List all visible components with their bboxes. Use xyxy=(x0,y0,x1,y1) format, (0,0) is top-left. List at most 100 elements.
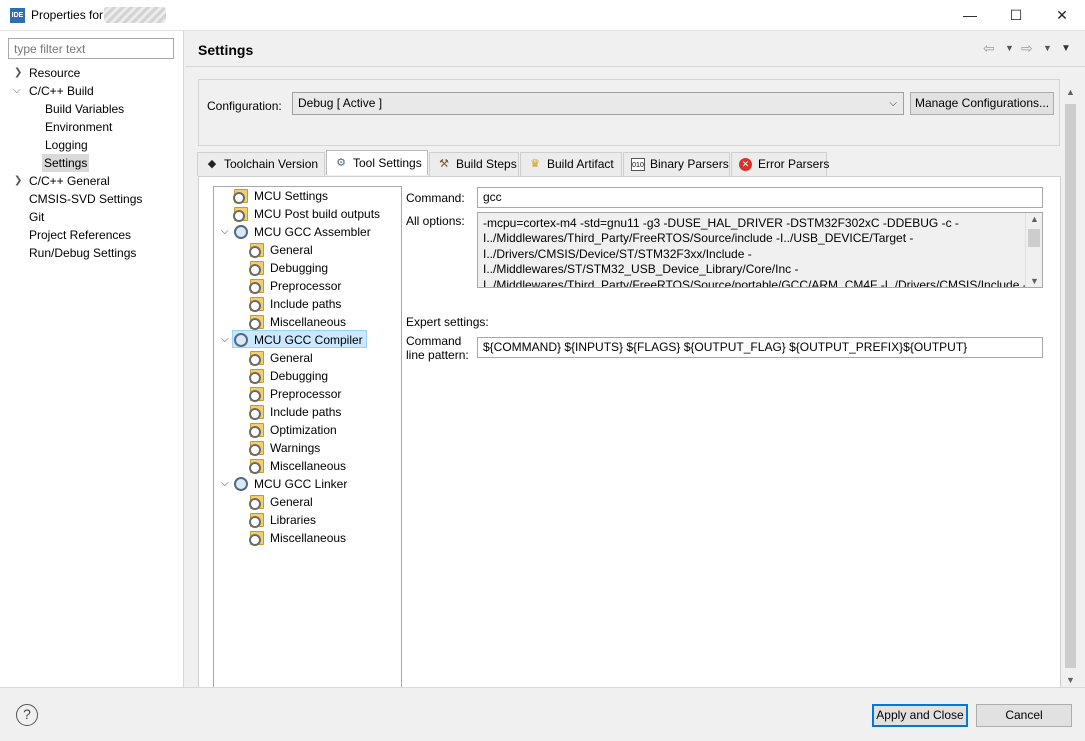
folder-icon xyxy=(249,315,264,330)
tree-item-cc-warnings[interactable]: Warnings xyxy=(249,439,320,457)
folder-icon xyxy=(249,369,264,384)
scroll-thumb[interactable] xyxy=(1028,229,1040,247)
minimize-button[interactable]: — xyxy=(947,0,993,31)
filter-input[interactable] xyxy=(8,38,174,59)
title-bar: IDE Properties for — ☐ ✕ xyxy=(0,0,1085,31)
tab-build-artifact[interactable]: ♛ Build Artifact xyxy=(520,152,622,176)
view-menu-icon[interactable]: ▼ xyxy=(1061,43,1071,54)
chevron-down-icon[interactable]: ⌵ xyxy=(13,82,21,100)
command-label: Command: xyxy=(406,191,465,205)
tab-label: Build Artifact xyxy=(547,157,614,171)
sidebar: ❯ Resource ⌵ C/C++ Build Build Variables… xyxy=(0,31,184,687)
tree-item-cc-miscellaneous[interactable]: Miscellaneous xyxy=(249,457,346,475)
tree-item-mcu-settings[interactable]: MCU Settings xyxy=(233,187,328,205)
tool-settings-panel: MCU Settings MCU Post build outputs ⌵ MC… xyxy=(198,176,1061,689)
tree-item-gcc-assembler[interactable]: MCU GCC Assembler xyxy=(234,223,371,241)
sidebar-item-logging[interactable]: Logging xyxy=(45,136,88,154)
scroll-up-icon[interactable]: ▲ xyxy=(1026,214,1042,224)
tree-item-asm-general[interactable]: General xyxy=(249,241,313,259)
page-title: Settings xyxy=(198,42,254,58)
tree-item-ld-miscellaneous[interactable]: Miscellaneous xyxy=(249,529,346,547)
folder-icon xyxy=(249,261,264,276)
manage-configurations-button[interactable]: Manage Configurations... xyxy=(910,92,1054,115)
folder-icon xyxy=(249,459,264,474)
tree-item-asm-include-paths[interactable]: Include paths xyxy=(249,295,341,313)
sidebar-item-settings[interactable]: Settings xyxy=(42,154,90,172)
sidebar-item-build-variables[interactable]: Build Variables xyxy=(45,100,124,118)
sidebar-item-cmsis-svd[interactable]: CMSIS-SVD Settings xyxy=(29,190,142,208)
tree-item-cc-optimization[interactable]: Optimization xyxy=(249,421,337,439)
help-icon[interactable]: ? xyxy=(16,704,38,726)
folder-icon xyxy=(249,531,264,546)
tree-item-cc-preprocessor[interactable]: Preprocessor xyxy=(249,385,341,403)
sidebar-item-git[interactable]: Git xyxy=(29,208,44,226)
tree-item-ld-libraries[interactable]: Libraries xyxy=(249,511,316,529)
chevron-down-icon[interactable]: ⌵ xyxy=(221,223,229,241)
scroll-down-icon[interactable]: ▼ xyxy=(1026,276,1042,286)
folder-icon xyxy=(249,279,264,294)
apply-and-close-button[interactable]: Apply and Close xyxy=(872,704,968,727)
scroll-thumb[interactable] xyxy=(1065,104,1076,668)
sidebar-item-resource[interactable]: Resource xyxy=(29,64,80,82)
all-options-text: -mcpu=cortex-m4 -std=gnu11 -g3 -DUSE_HAL… xyxy=(483,216,1027,288)
cancel-button[interactable]: Cancel xyxy=(976,704,1072,727)
hammer-icon: ⚒ xyxy=(439,158,449,170)
scroll-up-icon[interactable]: ▲ xyxy=(1062,87,1079,97)
all-options-scrollbar[interactable]: ▲ ▼ xyxy=(1025,213,1042,287)
folder-icon xyxy=(249,351,264,366)
command-line-pattern-label-line1: Command xyxy=(406,334,462,348)
close-button[interactable]: ✕ xyxy=(1039,0,1085,31)
tree-item-cc-general[interactable]: General xyxy=(249,349,313,367)
all-options-textarea[interactable]: -mcpu=cortex-m4 -std=gnu11 -g3 -DUSE_HAL… xyxy=(477,212,1043,288)
tree-item-asm-preprocessor[interactable]: Preprocessor xyxy=(249,277,341,295)
chevron-down-icon[interactable]: ⌵ xyxy=(221,331,229,349)
folder-icon xyxy=(249,441,264,456)
tree-item-asm-miscellaneous[interactable]: Miscellaneous xyxy=(249,313,346,331)
tab-tool-settings[interactable]: ⚙ Tool Settings xyxy=(326,150,428,175)
tab-toolchain-version[interactable]: ◆ Toolchain Version xyxy=(197,152,325,176)
sidebar-item-environment[interactable]: Environment xyxy=(45,118,112,136)
forward-dropdown-icon[interactable]: ▼ xyxy=(1043,43,1052,53)
sidebar-item-cpp-build[interactable]: C/C++ Build xyxy=(29,82,94,100)
tab-binary-parsers[interactable]: 010 Binary Parsers xyxy=(623,152,730,176)
back-dropdown-icon[interactable]: ▼ xyxy=(1005,43,1014,53)
tree-item-gcc-linker[interactable]: MCU GCC Linker xyxy=(234,475,347,493)
tree-item-gcc-compiler[interactable]: MCU GCC Compiler xyxy=(232,330,367,348)
settings-page: Settings ⇦ ▼ ⇨ ▼ ▼ Configuration: Debug … xyxy=(185,31,1085,689)
tab-error-parsers[interactable]: ✕ Error Parsers xyxy=(731,152,830,176)
forward-arrow-icon[interactable]: ⇨ xyxy=(1021,40,1033,57)
gear-icon xyxy=(234,477,248,491)
gear-icon: ⚙ xyxy=(336,157,346,169)
command-line-pattern-input[interactable]: ${COMMAND} ${INPUTS} ${FLAGS} ${OUTPUT_F… xyxy=(477,337,1043,358)
folder-icon xyxy=(249,297,264,312)
error-icon: ✕ xyxy=(739,158,752,171)
tree-item-ld-general[interactable]: General xyxy=(249,493,313,511)
all-options-label: All options: xyxy=(406,214,465,228)
page-scrollbar[interactable]: ▲ ▼ xyxy=(1062,86,1079,687)
redacted-project-name xyxy=(104,7,166,23)
configuration-group: Configuration: Debug [ Active ] ⌵ Manage… xyxy=(198,79,1060,146)
command-input[interactable]: gcc xyxy=(477,187,1043,208)
configuration-select[interactable]: Debug [ Active ] ⌵ xyxy=(292,92,904,115)
tab-label: Error Parsers xyxy=(758,157,830,171)
app-logo-icon: IDE xyxy=(10,8,25,23)
tree-item-asm-debugging[interactable]: Debugging xyxy=(249,259,328,277)
folder-icon xyxy=(233,207,248,222)
folder-icon xyxy=(249,387,264,402)
chip-icon: ◆ xyxy=(207,158,217,170)
tree-item-cc-debugging[interactable]: Debugging xyxy=(249,367,328,385)
maximize-button[interactable]: ☐ xyxy=(993,0,1039,31)
tree-item-mcu-post-build[interactable]: MCU Post build outputs xyxy=(233,205,380,223)
tree-item-cc-include-paths[interactable]: Include paths xyxy=(249,403,341,421)
scroll-down-icon[interactable]: ▼ xyxy=(1062,675,1079,685)
back-arrow-icon[interactable]: ⇦ xyxy=(983,40,995,57)
tool-settings-tree: MCU Settings MCU Post build outputs ⌵ MC… xyxy=(213,186,402,689)
chevron-right-icon[interactable]: ❯ xyxy=(14,64,22,82)
tab-label: Build Steps xyxy=(456,157,517,171)
chevron-right-icon[interactable]: ❯ xyxy=(14,172,22,190)
sidebar-item-project-references[interactable]: Project References xyxy=(29,226,131,244)
sidebar-item-run-debug[interactable]: Run/Debug Settings xyxy=(29,244,136,262)
chevron-down-icon[interactable]: ⌵ xyxy=(221,475,229,493)
tab-build-steps[interactable]: ⚒ Build Steps xyxy=(429,152,519,176)
sidebar-item-cpp-general[interactable]: C/C++ General xyxy=(29,172,110,190)
